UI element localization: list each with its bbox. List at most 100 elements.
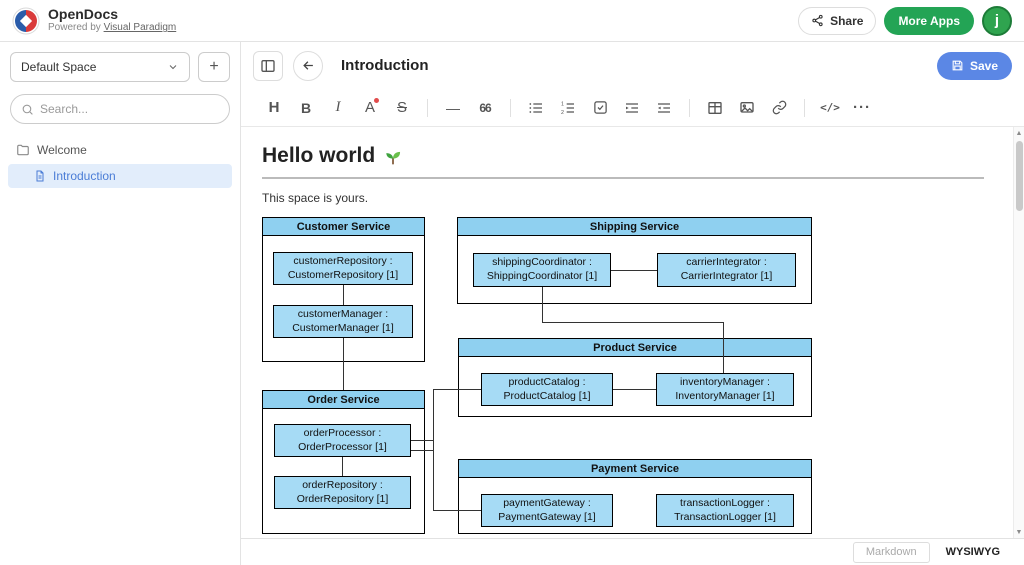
font-color-button[interactable]: A <box>355 94 385 122</box>
node-payment-gateway[interactable]: paymentGateway :PaymentGateway [1] <box>481 494 613 527</box>
doc-header: Introduction Save <box>241 42 1024 89</box>
document-canvas[interactable]: Hello world This space is yours. Custome… <box>241 127 1024 538</box>
blockquote-button[interactable]: 66 <box>470 94 500 122</box>
back-button[interactable] <box>293 51 323 81</box>
editor-area: Introduction Save H B I A S — 66 <box>241 42 1024 565</box>
check-list-button[interactable] <box>585 94 615 122</box>
numbered-list-icon: 1 2 <box>560 100 576 116</box>
strikethrough-button[interactable]: S <box>387 94 417 122</box>
search-input[interactable] <box>40 102 219 116</box>
share-button[interactable]: Share <box>798 7 876 35</box>
search-box[interactable] <box>10 94 230 124</box>
save-icon <box>951 59 964 72</box>
bullet-list-icon <box>528 100 544 116</box>
svg-text:2: 2 <box>561 110 564 116</box>
doc-paragraph: This space is yours. <box>262 191 984 205</box>
avatar[interactable]: j <box>982 6 1012 36</box>
scrollbar-thumb[interactable] <box>1016 141 1023 211</box>
outdent-button[interactable] <box>649 94 679 122</box>
save-button[interactable]: Save <box>937 52 1012 80</box>
package-title: Customer Service <box>263 218 424 236</box>
sidebar-panel-icon <box>260 58 276 74</box>
image-icon <box>739 100 755 116</box>
app-name: OpenDocs <box>48 7 176 22</box>
share-icon <box>811 14 824 27</box>
seedling-icon <box>383 146 403 166</box>
uml-diagram[interactable]: Customer Service Shipping Service Produc… <box>262 213 814 535</box>
node-order-repository[interactable]: orderRepository :OrderRepository [1] <box>274 476 411 509</box>
page-tree: Welcome Introduction <box>0 138 240 188</box>
table-icon <box>707 100 723 116</box>
vertical-scrollbar[interactable]: ▲ ▼ <box>1013 127 1024 538</box>
tree-page-introduction[interactable]: Introduction <box>8 164 232 188</box>
bold-button[interactable]: B <box>291 94 321 122</box>
more-options-button[interactable]: ··· <box>847 94 877 122</box>
tree-folder-welcome[interactable]: Welcome <box>0 138 240 162</box>
horizontal-rule-button[interactable]: — <box>438 94 468 122</box>
sidebar: Default Space + Welc <box>0 42 241 565</box>
doc-heading: Hello world <box>262 143 984 169</box>
space-selector[interactable]: Default Space <box>10 52 190 82</box>
markdown-mode-button[interactable]: Markdown <box>853 542 930 563</box>
node-customer-manager[interactable]: customerManager :CustomerManager [1] <box>273 305 413 338</box>
connector-line <box>411 440 433 441</box>
link-icon <box>772 100 787 115</box>
numbered-list-button[interactable]: 1 2 <box>553 94 583 122</box>
visual-paradigm-link[interactable]: Visual Paradigm <box>104 22 177 33</box>
node-carrier-integrator[interactable]: carrierIntegrator :CarrierIntegrator [1] <box>657 253 796 287</box>
search-icon <box>21 103 34 116</box>
node-shipping-coordinator[interactable]: shippingCoordinator :ShippingCoordinator… <box>473 253 611 287</box>
node-customer-repository[interactable]: customerRepository :CustomerRepository [… <box>273 252 413 285</box>
heading-divider <box>262 177 984 179</box>
document-icon <box>34 170 46 182</box>
connector-line <box>723 322 724 373</box>
brand: OpenDocs Powered by Visual Paradigm <box>12 7 176 35</box>
scroll-down-arrow[interactable]: ▼ <box>1014 526 1024 538</box>
toggle-sidebar-button[interactable] <box>253 51 283 81</box>
indent-button[interactable] <box>617 94 647 122</box>
scroll-up-arrow[interactable]: ▲ <box>1014 127 1024 139</box>
bullet-list-button[interactable] <box>521 94 551 122</box>
node-order-processor[interactable]: orderProcessor :OrderProcessor [1] <box>274 424 411 457</box>
connector-line <box>343 338 344 390</box>
chevron-down-icon <box>167 61 179 73</box>
add-space-button[interactable]: + <box>198 52 230 82</box>
toolbar-separator <box>689 99 690 117</box>
package-order-service: Order Service <box>262 390 425 534</box>
outdent-icon <box>656 100 672 116</box>
connector-line <box>611 270 657 271</box>
opendocs-logo <box>12 7 40 35</box>
connector-line <box>411 450 433 451</box>
font-color-dot <box>374 98 379 103</box>
table-button[interactable] <box>700 94 730 122</box>
connector-line <box>542 287 543 322</box>
link-button[interactable] <box>764 94 794 122</box>
node-product-catalog[interactable]: productCatalog :ProductCatalog [1] <box>481 373 613 406</box>
top-bar: OpenDocs Powered by Visual Paradigm Shar… <box>0 0 1024 42</box>
image-button[interactable] <box>732 94 762 122</box>
node-inventory-manager[interactable]: inventoryManager :InventoryManager [1] <box>656 373 794 406</box>
connector-line <box>613 389 656 390</box>
toolbar-separator <box>510 99 511 117</box>
arrow-left-icon <box>301 58 316 73</box>
connector-line <box>433 389 434 510</box>
code-button[interactable]: </> <box>815 94 845 122</box>
node-transaction-logger[interactable]: transactionLogger :TransactionLogger [1] <box>656 494 794 527</box>
page-title: Introduction <box>341 57 428 74</box>
connector-line <box>342 457 343 476</box>
heading-button[interactable]: H <box>259 94 289 122</box>
folder-icon <box>16 143 30 157</box>
svg-text:1: 1 <box>561 101 564 107</box>
powered-by: Powered by Visual Paradigm <box>48 22 176 34</box>
connector-line <box>542 322 723 323</box>
package-title: Payment Service <box>459 460 811 478</box>
italic-button[interactable]: I <box>323 94 353 122</box>
more-apps-button[interactable]: More Apps <box>884 7 974 35</box>
wysiwyg-mode-button[interactable]: WYSIWYG <box>936 542 1010 563</box>
package-title: Shipping Service <box>458 218 811 236</box>
top-actions: Share More Apps j <box>798 6 1012 36</box>
connector-line <box>433 389 481 390</box>
connector-line <box>433 510 481 511</box>
package-title: Order Service <box>263 391 424 409</box>
indent-icon <box>624 100 640 116</box>
